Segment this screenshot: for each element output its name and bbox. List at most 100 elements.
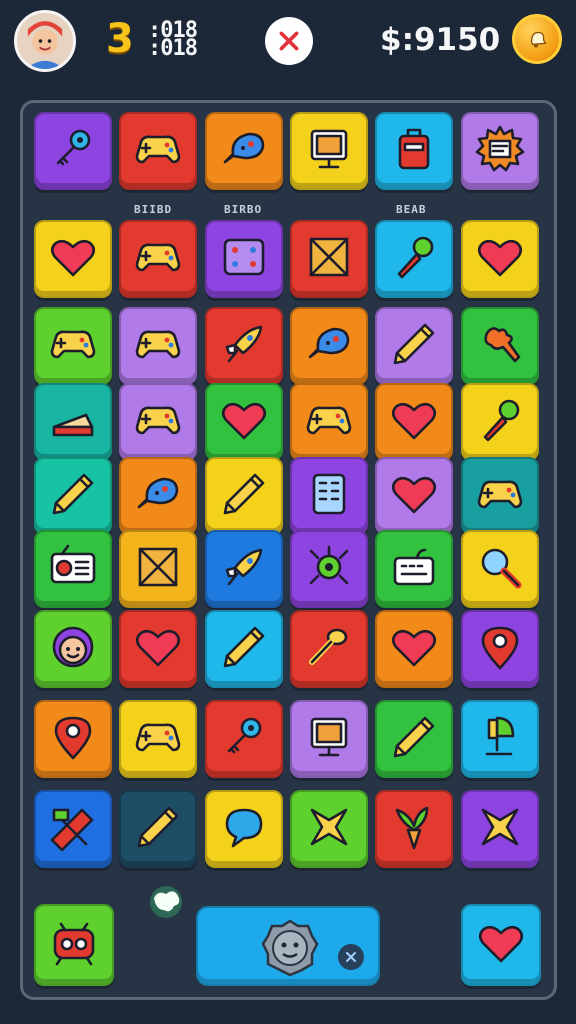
key-icon xyxy=(46,122,100,180)
tile-r5-c4[interactable] xyxy=(290,457,368,535)
rocket-icon xyxy=(217,540,271,598)
tile-r9-c1[interactable] xyxy=(34,790,112,868)
tile-r7-c5[interactable] xyxy=(375,610,453,688)
magnifier-icon xyxy=(473,540,527,598)
tile-r5-c3[interactable] xyxy=(205,457,283,535)
gamepad-icon xyxy=(131,230,185,288)
avatar-face-icon xyxy=(17,13,73,69)
tile-r4-c5[interactable] xyxy=(375,383,453,461)
heart-icon xyxy=(474,916,528,974)
tile-r2-c6[interactable] xyxy=(461,220,539,298)
tile-r6-c6[interactable] xyxy=(461,530,539,608)
tile-r5-c6[interactable] xyxy=(461,457,539,535)
tile-r7-c3[interactable] xyxy=(205,610,283,688)
heart-icon xyxy=(217,393,271,451)
ruler-icon xyxy=(46,800,100,858)
plant-icon xyxy=(387,800,441,858)
tile-r1-c1[interactable] xyxy=(34,112,112,190)
tile-r4-c3[interactable] xyxy=(205,383,283,461)
tile-r9-c6[interactable] xyxy=(461,790,539,868)
tile-r3-c6[interactable] xyxy=(461,307,539,385)
tile-r2-c1[interactable] xyxy=(34,220,112,298)
tile-r9-c3[interactable] xyxy=(205,790,283,868)
calculator-icon xyxy=(302,467,356,525)
tile-r1-c6[interactable] xyxy=(461,112,539,190)
tile-r8-c1[interactable] xyxy=(34,700,112,778)
gamepad-icon xyxy=(131,122,185,180)
crate-icon xyxy=(131,540,185,598)
tile-r3-c4[interactable] xyxy=(290,307,368,385)
heart-icon xyxy=(46,230,100,288)
pencil-icon xyxy=(131,800,185,858)
panel-close-button[interactable] xyxy=(338,944,364,970)
tile-r7-c6[interactable] xyxy=(461,610,539,688)
fish-icon xyxy=(217,122,271,180)
map-pin-icon xyxy=(473,620,527,678)
tile-r2-c5[interactable] xyxy=(375,220,453,298)
coin-shop-button[interactable] xyxy=(512,14,562,64)
tile-r7-c1[interactable] xyxy=(34,610,112,688)
heart-icon xyxy=(387,467,441,525)
face-icon xyxy=(46,620,100,678)
tile-r1-c2[interactable] xyxy=(119,112,197,190)
tile-r9-c5[interactable] xyxy=(375,790,453,868)
microphone-icon xyxy=(387,230,441,288)
monitor-icon xyxy=(302,710,356,768)
tile-r8-c5[interactable] xyxy=(375,700,453,778)
pencil-icon xyxy=(387,710,441,768)
tile-r3-c3[interactable] xyxy=(205,307,283,385)
robot-icon xyxy=(47,916,101,974)
player-avatar[interactable] xyxy=(14,10,76,72)
tile-r9-c2[interactable] xyxy=(119,790,197,868)
microphone-icon xyxy=(473,393,527,451)
key-icon xyxy=(217,710,271,768)
tile-r4-c1[interactable] xyxy=(34,383,112,461)
tile-r3-c2[interactable] xyxy=(119,307,197,385)
column-label-3: BEAB xyxy=(396,203,427,216)
tile-r2-c4[interactable] xyxy=(290,220,368,298)
monitor-icon xyxy=(302,122,356,180)
close-button[interactable] xyxy=(265,17,313,65)
tile-r6-c3[interactable] xyxy=(205,530,283,608)
heart-icon xyxy=(473,230,527,288)
luggage-icon xyxy=(387,122,441,180)
tile-r6-c1[interactable] xyxy=(34,530,112,608)
tile-r5-c5[interactable] xyxy=(375,457,453,535)
radio-icon xyxy=(46,540,100,598)
crate-icon xyxy=(302,230,356,288)
tile-r1-c4[interactable] xyxy=(290,112,368,190)
sun-card-icon xyxy=(473,122,527,180)
bottom-right-tile[interactable] xyxy=(461,904,541,986)
coin-balance: $:9150 xyxy=(380,22,501,58)
tile-r6-c2[interactable] xyxy=(119,530,197,608)
cake-slice-icon xyxy=(46,393,100,451)
tile-r4-c2[interactable] xyxy=(119,383,197,461)
tile-r3-c5[interactable] xyxy=(375,307,453,385)
tile-r8-c3[interactable] xyxy=(205,700,283,778)
pencil-icon xyxy=(217,620,271,678)
tile-r9-c4[interactable] xyxy=(290,790,368,868)
tile-r1-c5[interactable] xyxy=(375,112,453,190)
tile-r5-c1[interactable] xyxy=(34,457,112,535)
pencil-icon xyxy=(387,317,441,375)
tile-r4-c4[interactable] xyxy=(290,383,368,461)
tile-r7-c4[interactable] xyxy=(290,610,368,688)
gamepad-icon xyxy=(473,467,527,525)
tile-r7-c2[interactable] xyxy=(119,610,197,688)
tile-r1-c3[interactable] xyxy=(205,112,283,190)
speech-bubble-icon xyxy=(217,800,271,858)
tile-r8-c6[interactable] xyxy=(461,700,539,778)
tile-r6-c5[interactable] xyxy=(375,530,453,608)
tile-r2-c3[interactable] xyxy=(205,220,283,298)
tile-r6-c4[interactable] xyxy=(290,530,368,608)
tile-r8-c4[interactable] xyxy=(290,700,368,778)
tile-r2-c2[interactable] xyxy=(119,220,197,298)
top-hud: 3 :018 :018 $:9150 xyxy=(0,0,576,88)
tile-r5-c2[interactable] xyxy=(119,457,197,535)
bottom-left-tile[interactable] xyxy=(34,904,114,986)
score-readout: :018 :018 xyxy=(148,20,198,60)
tile-r8-c2[interactable] xyxy=(119,700,197,778)
stone-face-icon xyxy=(261,919,319,977)
tile-r4-c6[interactable] xyxy=(461,383,539,461)
tile-r3-c1[interactable] xyxy=(34,307,112,385)
